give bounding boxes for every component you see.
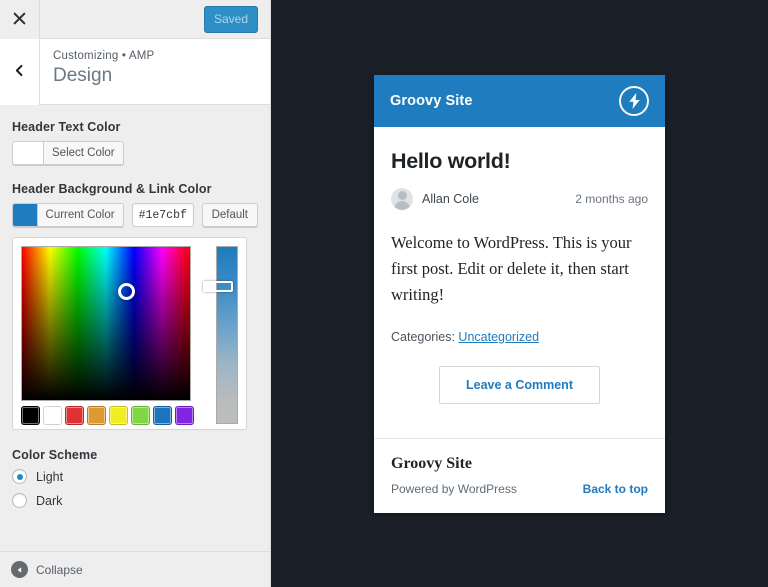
radio-light-label: Light [36,469,64,484]
preview-post-categories: Categories: Uncategorized [391,330,648,344]
palette-swatch[interactable] [43,406,62,425]
preview-site-header: Groovy Site [374,75,665,127]
header-text-color-swatch [13,142,43,164]
leave-a-comment-button[interactable]: Leave a Comment [439,366,600,404]
close-customizer-button[interactable] [0,0,40,39]
control-color-scheme: Color Scheme Light Dark [12,448,258,508]
panel-back-button[interactable] [0,39,40,105]
page-title: Design [53,65,113,86]
control-header-background-link-color: Header Background & Link Color Current C… [12,182,258,430]
header-background-color-row: Current Color Default [12,203,258,227]
color-picker-palette [21,406,194,425]
collapse-sidebar-button[interactable]: Collapse [0,551,270,587]
palette-swatch[interactable] [131,406,150,425]
preview-post-meta: Allan Cole 2 months ago [391,188,648,210]
post-author-name: Allan Cole [422,192,479,206]
preview-post-title: Hello world! [391,149,511,173]
header-background-color-button-label: Current Color [36,204,123,226]
chevron-left-icon [13,64,26,80]
hex-color-input[interactable] [131,203,194,227]
powered-by-wordpress-link[interactable]: Powered by WordPress [391,482,517,496]
color-scheme-label: Color Scheme [12,448,98,462]
comment-button-wrapper: Leave a Comment [391,366,648,404]
panel-header: Customizing • AMP Design [0,39,270,105]
palette-swatch[interactable] [65,406,84,425]
radio-light-indicator [12,469,27,484]
preview-site-title: Groovy Site [390,93,473,109]
footer-links-row: Powered by WordPress Back to top [391,482,648,496]
header-text-color-button-label: Select Color [43,142,123,164]
avatar [391,188,413,210]
preview-post-body: Hello world! Allan Cole 2 months ago Wel… [374,127,665,438]
header-text-color-picker-button[interactable]: Select Color [12,141,124,165]
footer-site-title: Groovy Site [391,455,473,472]
color-picker-slider-handle[interactable] [203,281,233,292]
palette-swatch[interactable] [87,406,106,425]
collapse-label: Collapse [36,562,83,577]
default-color-button[interactable]: Default [201,203,258,227]
categories-label: Categories: [391,330,455,344]
radio-dark-indicator [12,493,27,508]
customizer-screen: Saved Customizing • AMP Design Header Te… [0,0,768,587]
customizer-sidebar: Saved Customizing • AMP Design Header Te… [0,0,271,587]
header-background-color-label: Header Background & Link Color [12,182,212,196]
header-background-color-swatch [13,204,37,226]
preview-post-excerpt: Welcome to WordPress. This is your first… [391,233,632,304]
panel-titles: Customizing • AMP Design [40,39,154,104]
customizer-topbar: Saved [0,0,270,39]
color-picker-brightness-slider[interactable] [203,246,238,424]
color-picker-handle[interactable] [118,283,135,300]
radio-option-dark[interactable]: Dark [12,493,258,508]
color-picker-gradient-square[interactable] [21,246,191,401]
save-button[interactable]: Saved [203,6,258,33]
palette-swatch[interactable] [109,406,128,425]
palette-swatch[interactable] [153,406,172,425]
close-icon [12,11,27,29]
collapse-arrow-icon [11,561,28,578]
customizer-controls: Header Text Color Select Color Header Ba… [0,105,270,586]
post-author-group: Allan Cole [391,188,479,210]
amp-lightning-icon[interactable] [619,86,649,116]
radio-option-light[interactable]: Light [12,469,258,484]
back-to-top-link[interactable]: Back to top [583,482,648,496]
category-link[interactable]: Uncategorized [458,330,539,344]
preview-site-footer: Groovy Site Powered by WordPress Back to… [374,438,665,513]
palette-swatch[interactable] [21,406,40,425]
header-text-color-row: Select Color [12,141,258,165]
post-date: 2 months ago [575,192,648,206]
site-preview-area: Groovy Site Hello world! Allan Cole 2 mo… [271,0,768,587]
control-header-text-color: Header Text Color Select Color [12,120,258,165]
header-text-color-label: Header Text Color [12,120,121,134]
preview-device-frame: Groovy Site Hello world! Allan Cole 2 mo… [374,75,665,513]
palette-swatch[interactable] [175,406,194,425]
radio-dark-label: Dark [36,493,63,508]
breadcrumb: Customizing • AMP [53,50,155,62]
color-picker-panel [12,237,247,430]
header-background-color-picker-button[interactable]: Current Color [12,203,124,227]
